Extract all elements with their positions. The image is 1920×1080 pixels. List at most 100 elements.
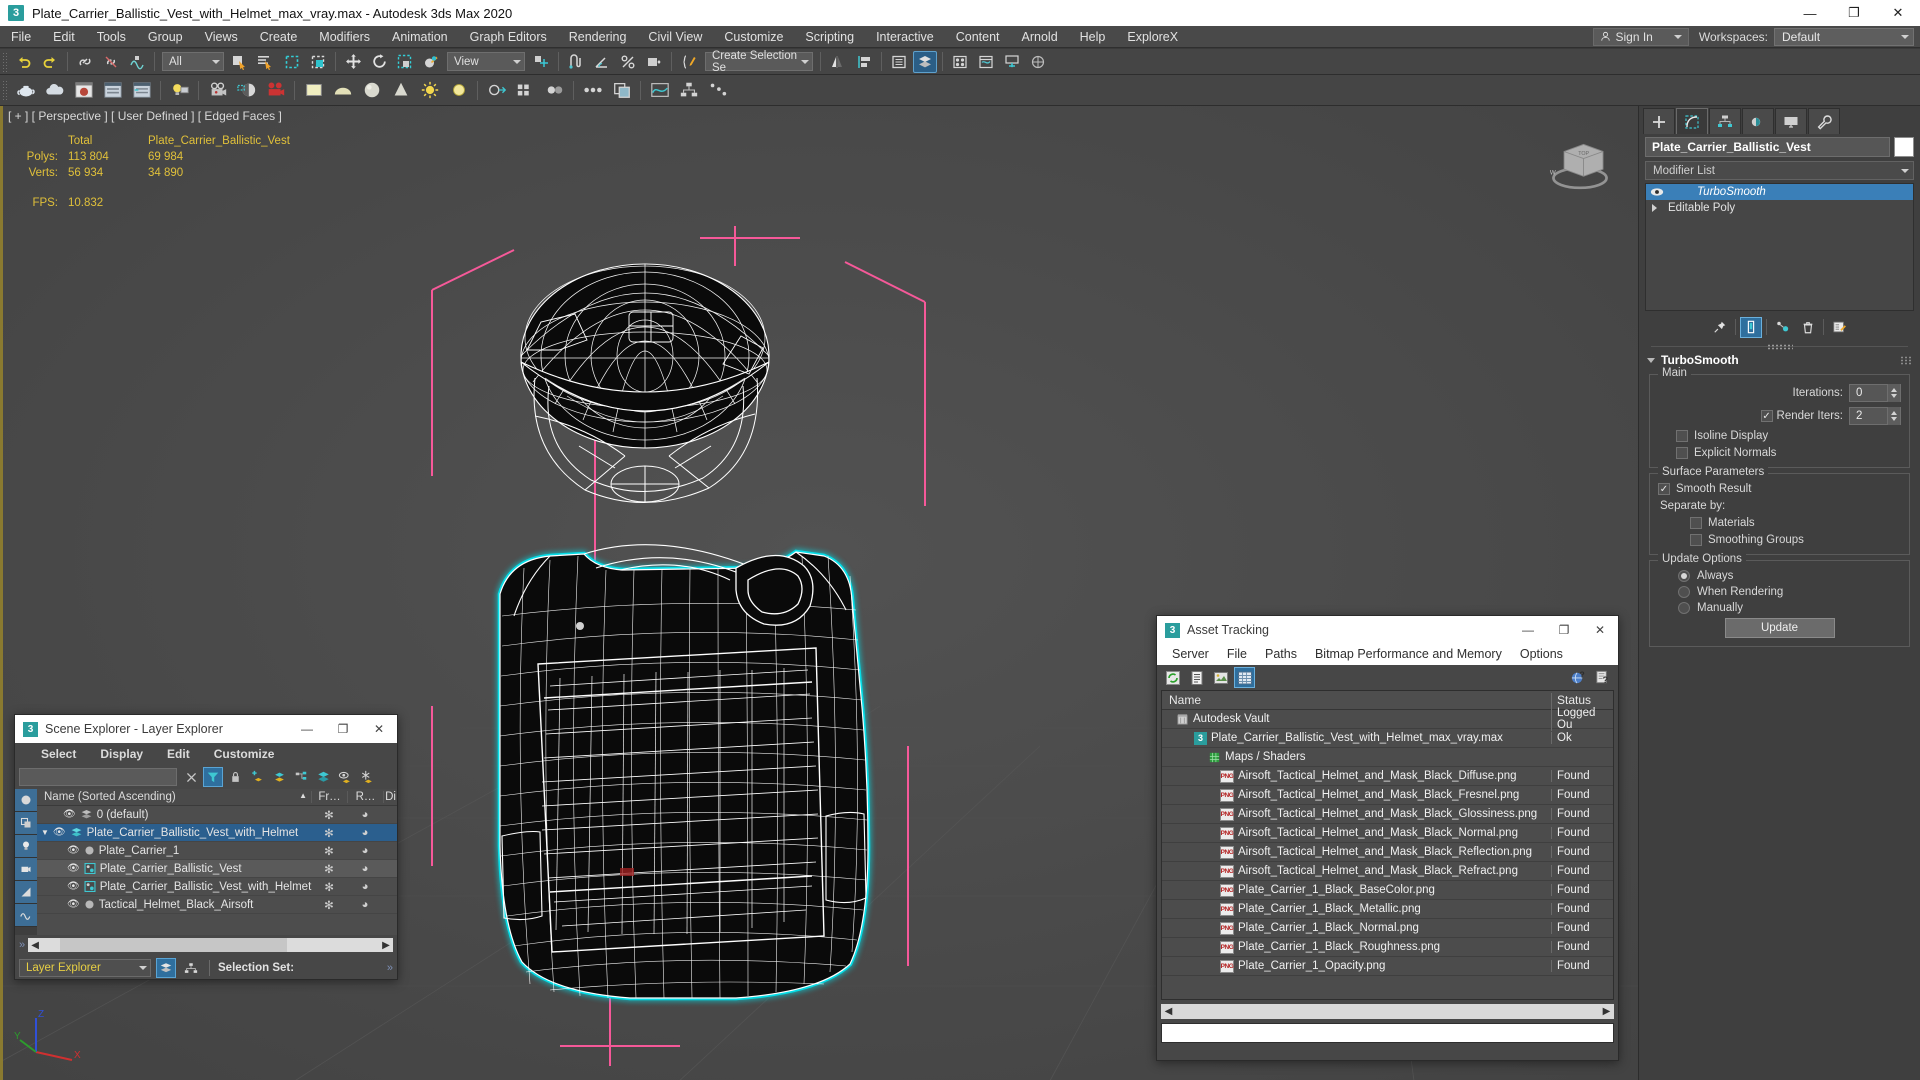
make-unique-button[interactable] bbox=[1771, 317, 1793, 338]
snapshot-button[interactable] bbox=[541, 77, 568, 104]
tab-create[interactable] bbox=[1643, 108, 1675, 134]
redo-button[interactable] bbox=[38, 51, 62, 73]
table-row[interactable]: PNG Airsoft_Tactical_Helmet_and_Mask_Bla… bbox=[1162, 786, 1613, 805]
select-and-place-button[interactable] bbox=[419, 51, 443, 73]
table-row[interactable]: PNG Airsoft_Tactical_Helmet_and_Mask_Bla… bbox=[1162, 805, 1613, 824]
help-page-icon[interactable]: ? bbox=[1592, 667, 1613, 688]
scene-explorer-minimize-button[interactable]: — bbox=[289, 715, 325, 743]
table-row[interactable]: Maps / Shaders bbox=[1162, 748, 1613, 767]
table-row[interactable]: PNG Plate_Carrier_1_Black_Normal.png Fou… bbox=[1162, 919, 1613, 938]
menu-item-explorex[interactable]: ExploreX bbox=[1116, 26, 1189, 48]
workspaces-dropdown[interactable]: Default bbox=[1774, 27, 1914, 46]
frozen-cell[interactable]: ✻ bbox=[311, 898, 347, 912]
modifier-stack-item-editable-poly[interactable]: Editable Poly bbox=[1646, 200, 1913, 216]
asset-menu-server[interactable]: Server bbox=[1163, 644, 1218, 665]
menu-item-graph-editors[interactable]: Graph Editors bbox=[459, 26, 558, 48]
material-editor-button2[interactable] bbox=[70, 77, 97, 104]
add-layer-icon[interactable] bbox=[247, 767, 267, 787]
refresh-icon[interactable] bbox=[1162, 667, 1183, 688]
hierarchy-explorer-toggle[interactable] bbox=[181, 958, 201, 978]
column-header-display[interactable]: Di bbox=[383, 791, 397, 803]
frozen-cell[interactable]: ✻ bbox=[311, 844, 347, 858]
filter-geometry-icon[interactable] bbox=[15, 789, 37, 812]
filter-icon[interactable] bbox=[203, 767, 223, 787]
render-cell[interactable]: ◕ bbox=[347, 881, 383, 893]
expand-arrow-icon[interactable] bbox=[1652, 204, 1657, 212]
select-by-name-button[interactable] bbox=[254, 51, 278, 73]
select-and-rotate-button[interactable] bbox=[367, 51, 391, 73]
add-selection-to-layer-icon[interactable] bbox=[269, 767, 289, 787]
mirror-button[interactable] bbox=[826, 51, 850, 73]
selection-filter-dropdown[interactable]: All bbox=[162, 52, 224, 71]
tab-motion[interactable] bbox=[1742, 108, 1774, 134]
menu-item-modifiers[interactable]: Modifiers bbox=[308, 26, 381, 48]
frozen-cell[interactable]: ✻ bbox=[311, 862, 347, 876]
compound-objects-button[interactable] bbox=[41, 77, 68, 104]
render-setup-button[interactable] bbox=[974, 51, 998, 73]
bitmap-view-icon[interactable] bbox=[1210, 667, 1231, 688]
render-iters-spinner[interactable]: 2 bbox=[1849, 407, 1901, 425]
spinner-snap-toggle-button[interactable] bbox=[642, 51, 666, 73]
array-button[interactable] bbox=[512, 77, 539, 104]
render-iters-checkbox[interactable]: ✓ bbox=[1760, 410, 1773, 422]
use-pivot-point-center-button[interactable] bbox=[529, 51, 553, 73]
eye-icon[interactable]: 👁 bbox=[53, 827, 66, 838]
clone-button[interactable] bbox=[608, 77, 635, 104]
horizontal-scrollbar[interactable]: ◀ ▶ bbox=[28, 938, 393, 952]
curve-editor-button[interactable] bbox=[646, 77, 673, 104]
filter-spacewarps-icon[interactable] bbox=[15, 904, 37, 927]
render-cell[interactable]: ◕ bbox=[347, 809, 383, 821]
tab-utilities[interactable] bbox=[1808, 108, 1840, 134]
asset-horizontal-scrollbar[interactable]: ◀ ▶ bbox=[1161, 1004, 1614, 1019]
eye-icon[interactable]: 👁 bbox=[67, 845, 80, 856]
smooth-result-row[interactable]: ✓ Smooth Result bbox=[1658, 483, 1901, 495]
menu-item-rendering[interactable]: Rendering bbox=[558, 26, 638, 48]
safe-frames-button[interactable] bbox=[233, 77, 260, 104]
select-and-move-button[interactable] bbox=[341, 51, 365, 73]
menu-item-customize[interactable]: Customize bbox=[713, 26, 794, 48]
particle-flow-button[interactable] bbox=[704, 77, 731, 104]
modifier-list-dropdown[interactable]: Modifier List bbox=[1645, 161, 1914, 180]
percent-snap-toggle-button[interactable] bbox=[616, 51, 640, 73]
update-manually-radio[interactable] bbox=[1678, 602, 1690, 614]
help-globe-icon[interactable]: ? bbox=[1568, 667, 1589, 688]
video-post-button[interactable] bbox=[262, 77, 289, 104]
wire-color-swatch[interactable] bbox=[1894, 137, 1914, 157]
table-row[interactable]: PNG Airsoft_Tactical_Helmet_and_Mask_Bla… bbox=[1162, 767, 1613, 786]
menu-item-create[interactable]: Create bbox=[249, 26, 309, 48]
smoothing-groups-checkbox[interactable] bbox=[1690, 534, 1702, 546]
spacing-tool-button[interactable] bbox=[579, 77, 606, 104]
sign-in-button[interactable]: Sign In bbox=[1592, 27, 1689, 46]
scroll-right-arrow-icon[interactable]: ▶ bbox=[379, 940, 393, 951]
table-row[interactable]: PNG Airsoft_Tactical_Helmet_and_Mask_Bla… bbox=[1162, 843, 1613, 862]
list-item[interactable]: 👁 Plate_Carrier_Ballistic_Vest_with_Helm… bbox=[37, 878, 397, 896]
grid-view-icon[interactable] bbox=[1234, 667, 1255, 688]
explorer-mode-dropdown[interactable]: Layer Explorer bbox=[19, 959, 151, 977]
filter-shapes-icon[interactable] bbox=[15, 812, 37, 835]
menu-item-animation[interactable]: Animation bbox=[381, 26, 459, 48]
select-child-nodes-icon[interactable] bbox=[291, 767, 311, 787]
materials-checkbox[interactable] bbox=[1690, 517, 1702, 529]
scrollbar-thumb[interactable] bbox=[60, 938, 287, 952]
render-frame-window-button[interactable] bbox=[1000, 51, 1024, 73]
expand-chevrons-icon[interactable]: » bbox=[387, 962, 393, 974]
menu-item-views[interactable]: Views bbox=[194, 26, 249, 48]
compact-material-editor-button[interactable] bbox=[948, 51, 972, 73]
eye-icon[interactable]: 👁 bbox=[67, 863, 80, 874]
list-item[interactable]: 👁 Plate_Carrier_1 ✻ ◕ bbox=[37, 842, 397, 860]
toggle-scene-explorer-button[interactable] bbox=[887, 51, 911, 73]
maximize-button[interactable]: ❐ bbox=[1832, 0, 1876, 26]
object-name-input[interactable]: Plate_Carrier_Ballistic_Vest bbox=[1645, 137, 1890, 157]
select-object-button[interactable] bbox=[228, 51, 252, 73]
tab-hierarchy[interactable] bbox=[1709, 108, 1741, 134]
menu-item-civil-view[interactable]: Civil View bbox=[637, 26, 713, 48]
asset-tracking-maximize-button[interactable]: ❐ bbox=[1546, 616, 1582, 644]
render-cell[interactable]: ◕ bbox=[347, 863, 383, 875]
asset-tracking-close-button[interactable]: ✕ bbox=[1582, 616, 1618, 644]
scene-explorer-close-button[interactable]: ✕ bbox=[361, 715, 397, 743]
toolbar-grip[interactable] bbox=[2, 80, 8, 100]
menu-item-arnold[interactable]: Arnold bbox=[1011, 26, 1069, 48]
menu-item-help[interactable]: Help bbox=[1069, 26, 1117, 48]
tab-display[interactable] bbox=[1775, 108, 1807, 134]
spotlight-button[interactable] bbox=[445, 77, 472, 104]
